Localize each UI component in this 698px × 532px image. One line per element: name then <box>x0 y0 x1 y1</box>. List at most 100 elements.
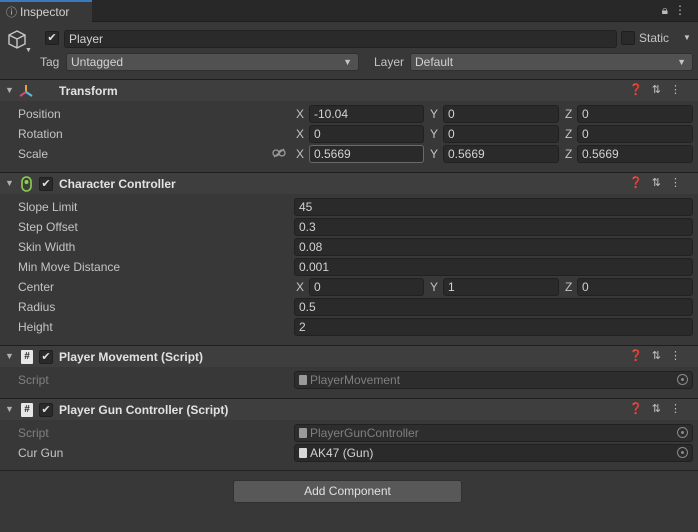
presets-icon[interactable]: ⇅ <box>652 350 670 362</box>
enabled-checkbox[interactable]: ✔ <box>39 177 53 191</box>
rotation-y-field[interactable]: 0 <box>443 125 559 143</box>
script-file-icon <box>299 428 307 438</box>
radius-label: Radius <box>18 300 56 314</box>
axis-y-label: Y <box>430 107 439 121</box>
transform-icon <box>19 85 33 97</box>
help-icon[interactable]: ❓ <box>629 177 652 189</box>
script-label: Script <box>18 426 49 440</box>
player-gun-controller-header[interactable]: ▼ # ✔ Player Gun Controller (Script) ❓⇅⋮ <box>0 398 698 420</box>
position-label: Position <box>18 107 61 121</box>
height-label: Height <box>18 320 53 334</box>
center-x-field[interactable]: 0 <box>309 278 424 296</box>
foldout-icon[interactable]: ▼ <box>5 178 14 188</box>
enabled-checkbox[interactable]: ✔ <box>39 403 53 417</box>
skin-width-field[interactable]: 0.08 <box>294 238 693 256</box>
cur-gun-value: AK47 (Gun) <box>310 446 374 460</box>
add-component-button[interactable]: Add Component <box>233 480 462 503</box>
checkmark-icon: ✔ <box>41 351 51 363</box>
component-tools: ❓⇅⋮ <box>629 176 690 189</box>
character-controller-header[interactable]: ▼ ✔ Character Controller ❓⇅⋮ <box>0 172 698 194</box>
rotation-z-field[interactable]: 0 <box>577 125 693 143</box>
radius-field[interactable]: 0.5 <box>294 298 693 316</box>
chevron-down-icon: ▼ <box>343 57 352 67</box>
presets-icon[interactable]: ⇅ <box>652 84 670 96</box>
scale-x-field[interactable]: 0.5669 <box>309 145 424 163</box>
foldout-icon[interactable]: ▼ <box>5 351 14 361</box>
kebab-icon[interactable]: ⋮ <box>670 177 690 189</box>
object-picker-icon <box>677 427 688 438</box>
player-movement-header[interactable]: ▼ # ✔ Player Movement (Script) ❓⇅⋮ <box>0 345 698 367</box>
height-field[interactable]: 2 <box>294 318 693 336</box>
script-icon: # <box>21 350 33 364</box>
axis-z-label: Z <box>565 280 573 294</box>
tab-label: Inspector <box>20 5 70 19</box>
axis-z-label: Z <box>565 107 573 121</box>
help-icon[interactable]: ❓ <box>629 350 652 362</box>
active-checkbox[interactable]: ✔ <box>45 31 59 45</box>
player-gun-controller-script-field: PlayerGunController <box>294 424 693 442</box>
kebab-icon[interactable]: ⋮ <box>670 84 690 96</box>
axis-x-label: X <box>296 127 305 141</box>
more-icon[interactable]: ⋮ <box>674 3 692 17</box>
tag-dropdown[interactable]: Untagged ▼ <box>66 53 359 71</box>
player-movement-title: Player Movement (Script) <box>59 350 204 364</box>
help-icon[interactable]: ❓ <box>629 403 652 415</box>
tag-label: Tag <box>40 55 60 69</box>
static-label: Static <box>639 31 670 45</box>
lock-icon[interactable]: 🔒︎ <box>662 3 674 17</box>
slope-limit-field[interactable]: 45 <box>294 198 693 216</box>
object-picker-icon[interactable] <box>677 447 688 458</box>
tab-bar <box>0 0 698 22</box>
min-move-distance-field[interactable]: 0.001 <box>294 258 693 276</box>
component-tools: ❓⇅⋮ <box>629 402 690 415</box>
step-offset-label: Step Offset <box>18 220 78 234</box>
axis-x-label: X <box>296 147 305 161</box>
center-z-field[interactable]: 0 <box>577 278 693 296</box>
static-checkbox[interactable] <box>621 31 635 45</box>
checkmark-icon: ✔ <box>47 32 57 44</box>
axis-y-label: Y <box>430 147 439 161</box>
position-y-field[interactable]: 0 <box>443 105 559 123</box>
player-movement-script-field: PlayerMovement <box>294 371 693 389</box>
layer-dropdown[interactable]: Default ▼ <box>410 53 693 71</box>
position-x-field[interactable]: -10.04 <box>309 105 424 123</box>
axis-y-label: Y <box>430 280 439 294</box>
static-dropdown-icon[interactable]: ▼ <box>683 33 691 42</box>
character-controller-icon <box>21 176 32 192</box>
presets-icon[interactable]: ⇅ <box>652 403 670 415</box>
step-offset-field[interactable]: 0.3 <box>294 218 693 236</box>
axis-z-label: Z <box>565 127 573 141</box>
skin-width-label: Skin Width <box>18 240 76 254</box>
layer-value: Default <box>415 55 454 69</box>
checkmark-icon: ✔ <box>41 404 51 416</box>
axis-x-label: X <box>296 280 305 294</box>
scale-label: Scale <box>18 147 49 161</box>
transform-header[interactable]: ▼ Transform ❓⇅⋮ <box>0 79 698 101</box>
layer-label: Layer <box>374 55 405 69</box>
center-y-field[interactable]: 1 <box>443 278 559 296</box>
kebab-icon[interactable]: ⋮ <box>670 350 690 362</box>
foldout-icon[interactable]: ▼ <box>5 404 14 414</box>
enabled-checkbox[interactable]: ✔ <box>39 350 53 364</box>
foldout-icon[interactable]: ▼ <box>5 85 14 95</box>
scale-z-field[interactable]: 0.5669 <box>577 145 693 163</box>
tab-inspector[interactable]: ⓘ Inspector <box>0 0 92 22</box>
gameobject-name-field[interactable]: Player <box>64 30 617 48</box>
inspector-icon: ⓘ <box>6 7 17 19</box>
tag-value: Untagged <box>71 55 124 69</box>
presets-icon[interactable]: ⇅ <box>652 177 670 189</box>
player-gun-controller-title: Player Gun Controller (Script) <box>59 403 229 417</box>
kebab-icon[interactable]: ⋮ <box>670 403 690 415</box>
rotation-x-field[interactable]: 0 <box>309 125 424 143</box>
scale-y-field[interactable]: 0.5669 <box>443 145 559 163</box>
slope-limit-label: Slope Limit <box>18 200 78 214</box>
position-z-field[interactable]: 0 <box>577 105 693 123</box>
cube-dropdown-icon[interactable]: ▼ <box>25 47 32 54</box>
script-value: PlayerGunController <box>310 426 419 440</box>
link-icon[interactable] <box>272 148 286 158</box>
script-icon: # <box>21 403 33 417</box>
script-file-icon <box>299 448 307 458</box>
help-icon[interactable]: ❓ <box>629 84 652 96</box>
min-move-distance-label: Min Move Distance <box>18 260 121 274</box>
cur-gun-field[interactable]: AK47 (Gun) <box>294 444 693 462</box>
